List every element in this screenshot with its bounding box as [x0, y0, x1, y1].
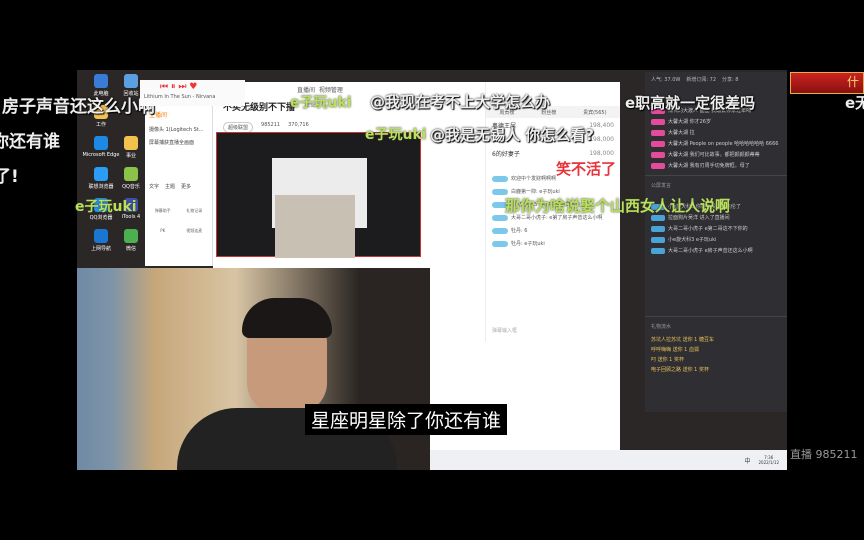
desktop-icon-label: 联想浏览器: [88, 184, 114, 190]
danmaku: e子玩uki: [75, 199, 137, 215]
chat-text: 大馨大湖 我有刃周手切免牌框。母了: [668, 163, 750, 169]
chat-input[interactable]: 弹幕输入框: [492, 327, 517, 334]
chat-text: 白鹿第一抑: e子玩uki: [511, 189, 560, 195]
danmaku: 你还有谁: [0, 132, 60, 152]
video-link[interactable]: 视频连麦: [181, 228, 209, 234]
source-screen[interactable]: 屏幕捕获直播全画面: [145, 136, 212, 149]
fan-badge: [651, 140, 665, 147]
chat-text: 欢迎中个发财啊啊啊: [511, 176, 557, 182]
danmaku: @我现在考不上大学怎么办: [370, 93, 551, 111]
chat-panel: 人气: 37.0W 新增订阅: 72 分享: 8 懒鸭的大渡人 图图 我跟去你家…: [645, 72, 787, 412]
chat-message: 大馨大湖 你才26岁: [645, 116, 787, 127]
desktop-icon-label: 上网导航: [90, 246, 111, 252]
desktop-icon-label: 微信: [125, 246, 136, 252]
chat-text: 大哥二哥小虎子 e第二哥这不下你的: [668, 226, 748, 232]
banner-text: 什: [846, 75, 859, 89]
taskbar: 中 7:36 2022/1/12: [430, 450, 787, 470]
share-count: 分享: 8: [722, 77, 739, 83]
new-follow: 新增订阅: 72: [686, 77, 716, 83]
chat-message: 大馨大湖 People on people 哈哈哈哈哈哈 6666: [645, 138, 787, 149]
watermark: 直播 985211: [790, 448, 858, 461]
app-icon: [124, 136, 138, 150]
chat-message: 牡丹: 6: [486, 224, 620, 237]
fan-badge: [651, 118, 665, 125]
danmaku: 房子声音还这么小啊: [2, 97, 155, 117]
fan-badge: [651, 129, 665, 136]
webcam-feed: [77, 268, 430, 470]
danmaku: 了!: [0, 167, 19, 187]
gift-banner: 什: [790, 72, 864, 94]
danmaku: e子玩uki: [290, 95, 352, 111]
gift-record: 呼呼嗨嗨 送你 1 血狐: [651, 347, 699, 353]
track-artist: Nirvana: [195, 94, 216, 100]
desktop-icon-label: 工作: [95, 122, 106, 128]
fan-badge: [651, 236, 665, 243]
music-player: ⏮ ⏸ ⏭ ♥ Lithium In The Sun - Nirvana: [140, 80, 245, 106]
chat-text: 大馨大湖 我们可比故事。都把颜颜颜蒂蒂: [668, 152, 760, 158]
chat-text: 大馨大湖 拉: [668, 130, 695, 136]
chat-text: 大哥二哥小虎子 e房子声音还这么小啊: [668, 248, 753, 254]
chat-text: 大馨大湖 People on people 哈哈哈哈哈哈 6666: [668, 141, 779, 147]
app-icon: [124, 74, 138, 88]
danmu-helper[interactable]: 弹幕助手: [149, 208, 177, 214]
danmaku: e无: [845, 94, 864, 112]
user-badge: [492, 227, 508, 234]
tab-main[interactable]: 主播间: [145, 106, 212, 123]
rank-name: 6的好妻子: [492, 150, 520, 158]
player-controls[interactable]: ⏮ ⏸ ⏭ ♥: [140, 80, 245, 94]
pk-button[interactable]: PK: [149, 228, 177, 234]
gift-record: 苏坑人拉苏坑 送你 1 糖豆车: [651, 337, 714, 343]
app-icon: [94, 136, 108, 150]
desktop-icon-label: QQ音乐: [122, 184, 140, 190]
danmaku: 那你为啥说娶个山西女人让人说啊: [505, 197, 731, 215]
clock-date[interactable]: 2022/1/12: [758, 460, 779, 465]
app-icon: [124, 229, 138, 243]
user-badge: [492, 175, 508, 182]
gift-record: 叼 送你 1 奖杯: [651, 357, 684, 363]
danmaku: e职高就一定很差吗: [625, 94, 756, 112]
subtitle: 星座明星除了你还有谁: [305, 404, 508, 435]
track-title: Lithium In The Sun: [144, 94, 191, 100]
danmaku: @我是无锡人 你怎么看?: [430, 126, 594, 144]
popularity: 人气: 37.0W: [651, 77, 681, 83]
left-panel: 主播间 摄像头 1(Logitech St... 屏幕捕获直播全画面 文字 主题…: [145, 106, 213, 266]
desktop-icon-label: 事业: [125, 153, 136, 159]
chat-message: 大哥二哥小虎子 e第二哥这不下你的: [645, 223, 787, 234]
app-icon: [94, 167, 108, 181]
gift-record: 咆子回顾之路 送你 1 奖杯: [651, 367, 709, 373]
tool-theme[interactable]: 主题: [165, 183, 175, 190]
chat-text: 小e旋犬科3 e子玩uki: [668, 237, 717, 243]
chat-text: 牡丹: 6: [511, 228, 528, 234]
chat-text: 大馨大湖 你才26岁: [668, 119, 711, 125]
chat-message: 大馨大湖 拉: [645, 127, 787, 138]
tab-vip[interactable]: 贵宾(565): [583, 109, 606, 116]
fan-badge: [651, 225, 665, 232]
chat-message: 牡丹: e子玩uki: [486, 237, 620, 250]
fan-badge: [651, 247, 665, 254]
sticker-laugh: 笑不活了: [556, 160, 617, 178]
fan-badge: [651, 151, 665, 158]
user-badge: [492, 188, 508, 195]
chat-message: 大哥二哥小虎子 e房子声音还这么小啊: [645, 245, 787, 256]
chat-message: 小e旋犬科3 e子玩uki: [645, 234, 787, 245]
tool-text[interactable]: 文字: [149, 183, 159, 190]
gift-record[interactable]: 礼物记录: [181, 208, 209, 214]
user-badge: [492, 240, 508, 247]
ime-indicator[interactable]: 中: [744, 456, 750, 465]
chat-text: 牡丹: e子玩uki: [511, 241, 545, 247]
stream-preview: [216, 132, 421, 258]
source-camera[interactable]: 摄像头 1(Logitech St...: [145, 123, 212, 136]
rank-value: 198,000: [589, 149, 614, 157]
chat-message: 大馨大湖 我们可比故事。都把颜颜颜蒂蒂: [645, 149, 787, 160]
chat-message: 大馨大湖 我有刃周手切免牌框。母了: [645, 160, 787, 171]
app-icon: [94, 229, 108, 243]
fan-badge: [651, 162, 665, 169]
chat-section-title: 公屏发言: [645, 175, 787, 195]
danmaku: e子玩uki: [365, 127, 427, 143]
app-icon: [124, 167, 138, 181]
app-icon: [94, 74, 108, 88]
gifts-section-title: 礼物流水: [645, 316, 787, 336]
tool-more[interactable]: 更多: [181, 183, 191, 190]
